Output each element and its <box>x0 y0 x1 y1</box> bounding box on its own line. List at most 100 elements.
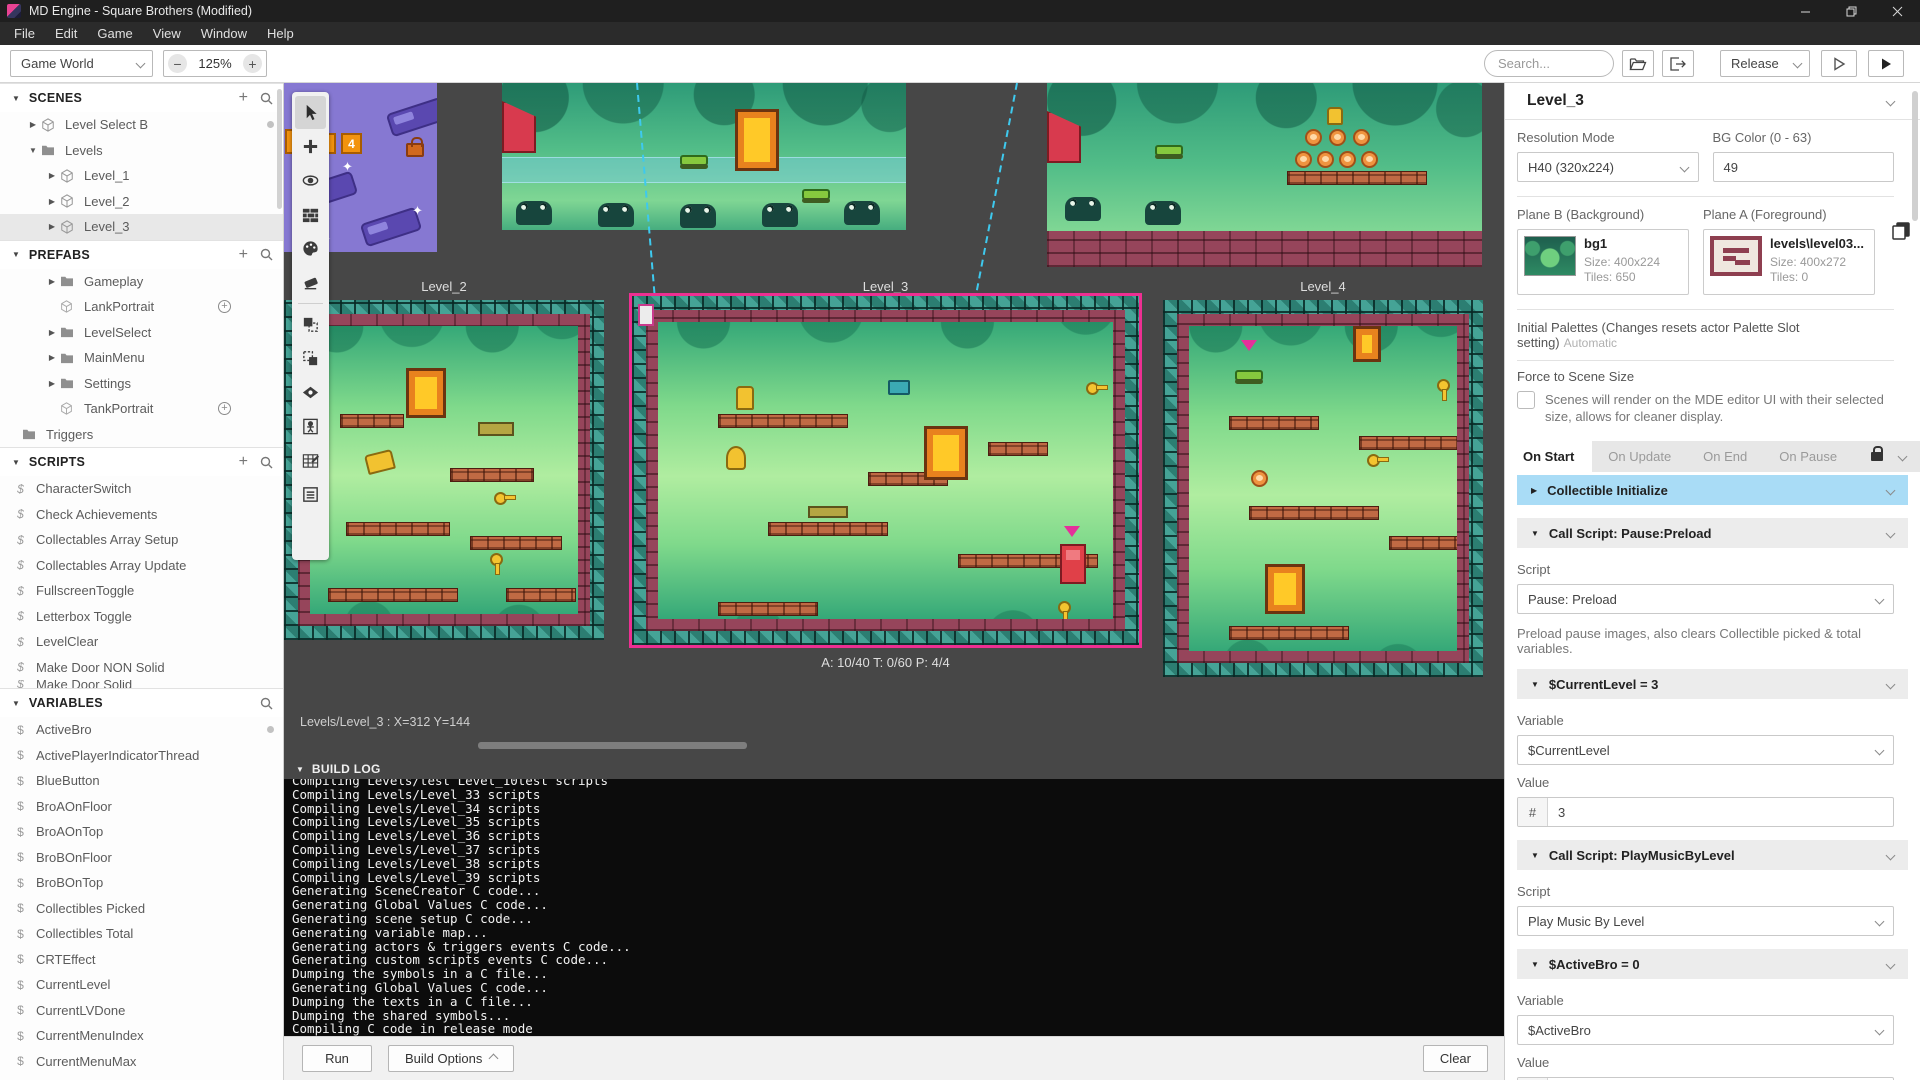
event-collectible-initialize[interactable]: ▶ Collectible Initialize <box>1517 475 1908 505</box>
script-item[interactable]: $ Letterbox Toggle <box>0 604 283 630</box>
close-button[interactable] <box>1874 0 1920 22</box>
menu-item[interactable]: View <box>143 22 191 45</box>
script-select[interactable]: Pause: Preload <box>1517 584 1894 614</box>
zoom-in-button[interactable]: + <box>243 54 262 73</box>
inspector-scrollbar[interactable] <box>1912 91 1918 221</box>
search-icon[interactable] <box>260 456 273 469</box>
variable-item[interactable]: $ CurrentMenuIndex <box>0 1023 283 1049</box>
level-4-map[interactable] <box>1163 300 1483 677</box>
bring-forward-tool-button[interactable] <box>295 308 326 341</box>
lock-icon[interactable] <box>1871 452 1883 461</box>
tree-arrow-icon[interactable]: ▶ <box>44 197 60 206</box>
search-icon[interactable] <box>260 697 273 710</box>
resolution-mode-select[interactable]: H40 (320x224) <box>1517 152 1699 182</box>
variable-item[interactable]: $ ActiveBro <box>0 717 283 743</box>
tiles-tool-button[interactable] <box>295 198 326 231</box>
tree-arrow-icon[interactable]: ▶ <box>25 120 41 129</box>
prefab-tree-item[interactable]: ▶ Settings <box>0 371 283 397</box>
event-set-current-level[interactable]: ▼ $CurrentLevel = 3 <box>1517 669 1908 699</box>
visibility-tool-button[interactable] <box>295 164 326 197</box>
palette-tool-button[interactable] <box>295 232 326 265</box>
script-item[interactable]: $ Make Door NON Solid <box>0 655 283 681</box>
tree-arrow-icon[interactable]: ▼ <box>25 146 41 155</box>
build-options-button[interactable]: Build Options <box>388 1045 514 1072</box>
scene-tree-item[interactable]: ▶ Level_2 <box>0 189 283 215</box>
scene-tree-item[interactable]: ▶ Level_3 <box>0 214 283 240</box>
variable-item[interactable]: $ BlueButton <box>0 768 283 794</box>
scripts-section-header[interactable]: ▼ SCRIPTS + <box>0 447 283 476</box>
export-button[interactable] <box>1662 50 1694 77</box>
level-3-map[interactable] <box>632 296 1139 645</box>
send-backward-tool-button[interactable] <box>295 342 326 375</box>
menu-item[interactable]: Help <box>257 22 304 45</box>
script-item[interactable]: $ Collectables Array Update <box>0 553 283 579</box>
add-tool-button[interactable] <box>295 130 326 163</box>
build-mode-select[interactable]: Release <box>1720 50 1810 77</box>
menu-item[interactable]: File <box>4 22 45 45</box>
actor-tool-button[interactable] <box>295 410 326 443</box>
plane-b-card[interactable]: bg1 Size: 400x224 Tiles: 650 <box>1517 229 1689 295</box>
menu-item[interactable]: Edit <box>45 22 87 45</box>
minimize-button[interactable] <box>1782 0 1828 22</box>
scene-tree-item[interactable]: ▶ Level_1 <box>0 163 283 189</box>
level-2-map[interactable] <box>284 300 604 640</box>
add-script-button[interactable]: + <box>239 454 248 470</box>
variable-select[interactable]: $CurrentLevel <box>1517 735 1894 765</box>
script-select[interactable]: Play Music By Level <box>1517 906 1894 936</box>
variable-item[interactable]: $ CurrentLVDone <box>0 998 283 1024</box>
tab-on-update[interactable]: On Update <box>1592 441 1687 472</box>
build-log-console[interactable]: Compiling Levels/test Level_10test scrip… <box>284 779 1504 1036</box>
restore-button[interactable] <box>1828 0 1874 22</box>
prefab-tree-item[interactable]: ▶ LevelSelect <box>0 320 283 346</box>
script-item[interactable]: $ CharacterSwitch <box>0 476 283 502</box>
inspector-header[interactable]: Level_3 <box>1505 83 1920 119</box>
prefab-tree-item[interactable]: ▶ Gameplay <box>0 269 283 295</box>
prefab-tree-item[interactable]: ▶ MainMenu <box>0 345 283 371</box>
world-select[interactable]: Game World <box>10 50 153 77</box>
tree-arrow-icon[interactable]: ▶ <box>44 328 60 337</box>
instantiate-icon[interactable]: + <box>218 300 231 313</box>
tab-on-end[interactable]: On End <box>1687 441 1763 472</box>
search-input[interactable]: Search... <box>1484 50 1614 77</box>
menu-item[interactable]: Window <box>191 22 257 45</box>
play-button[interactable] <box>1868 50 1904 77</box>
horizontal-scrollbar[interactable] <box>478 742 747 749</box>
layers-icon[interactable] <box>1891 221 1911 244</box>
event-call-script-play-music[interactable]: ▼ Call Script: PlayMusicByLevel <box>1517 840 1908 870</box>
variable-item[interactable]: $ CRTEffect <box>0 947 283 973</box>
tree-arrow-icon[interactable]: ▶ <box>44 222 60 231</box>
variables-section-header[interactable]: ▼ VARIABLES <box>0 688 283 717</box>
variable-item[interactable]: $ Collectibles Total <box>0 921 283 947</box>
variable-item[interactable]: $ ActivePlayerIndicatorThread <box>0 743 283 769</box>
variable-item[interactable]: $ BroAOnFloor <box>0 794 283 820</box>
prefab-tree-item[interactable]: Triggers <box>0 422 283 448</box>
prefab-tree-item[interactable]: LankPortrait + <box>0 294 283 320</box>
prefabs-section-header[interactable]: ▼ PREFABS + <box>0 240 283 269</box>
scene-tree-item[interactable]: ▼ Levels <box>0 138 283 164</box>
event-call-script-pause-preload[interactable]: ▼ Call Script: Pause:Preload <box>1517 518 1908 548</box>
scenes-section-header[interactable]: ▼ SCENES + <box>0 83 283 112</box>
tree-arrow-icon[interactable]: ▶ <box>44 379 60 388</box>
eraser-tool-button[interactable] <box>295 266 326 299</box>
tilemap-edit-tool-button[interactable] <box>295 444 326 477</box>
select-tool-button[interactable] <box>295 96 326 129</box>
instantiate-icon[interactable]: + <box>218 402 231 415</box>
game-world-canvas[interactable]: ✦ ✦ ✦ 334 <box>284 83 1504 1080</box>
variable-item[interactable]: $ BroBOnTop <box>0 870 283 896</box>
search-icon[interactable] <box>260 248 273 261</box>
value-input[interactable]: # 3 <box>1517 797 1894 827</box>
bg-color-input[interactable]: 49 <box>1713 152 1895 182</box>
variable-item[interactable]: $ CurrentLevel <box>0 972 283 998</box>
clear-log-button[interactable]: Clear <box>1423 1045 1488 1072</box>
tree-arrow-icon[interactable]: ▶ <box>44 171 60 180</box>
play-outline-button[interactable] <box>1821 50 1857 77</box>
script-item[interactable]: $ Collectables Array Setup <box>0 527 283 553</box>
plane-a-card[interactable]: levels\level03... Size: 400x272 Tiles: 0 <box>1703 229 1875 295</box>
script-item[interactable]: $ Check Achievements <box>0 502 283 528</box>
variable-item[interactable]: $ CurrentMenuType <box>0 1074 283 1080</box>
zoom-out-button[interactable]: − <box>168 54 187 73</box>
force-scene-size-checkbox[interactable] <box>1517 391 1535 409</box>
tree-arrow-icon[interactable]: ▶ <box>44 353 60 362</box>
sidebar-scrollbar[interactable] <box>277 89 282 209</box>
open-folder-button[interactable] <box>1622 50 1654 77</box>
